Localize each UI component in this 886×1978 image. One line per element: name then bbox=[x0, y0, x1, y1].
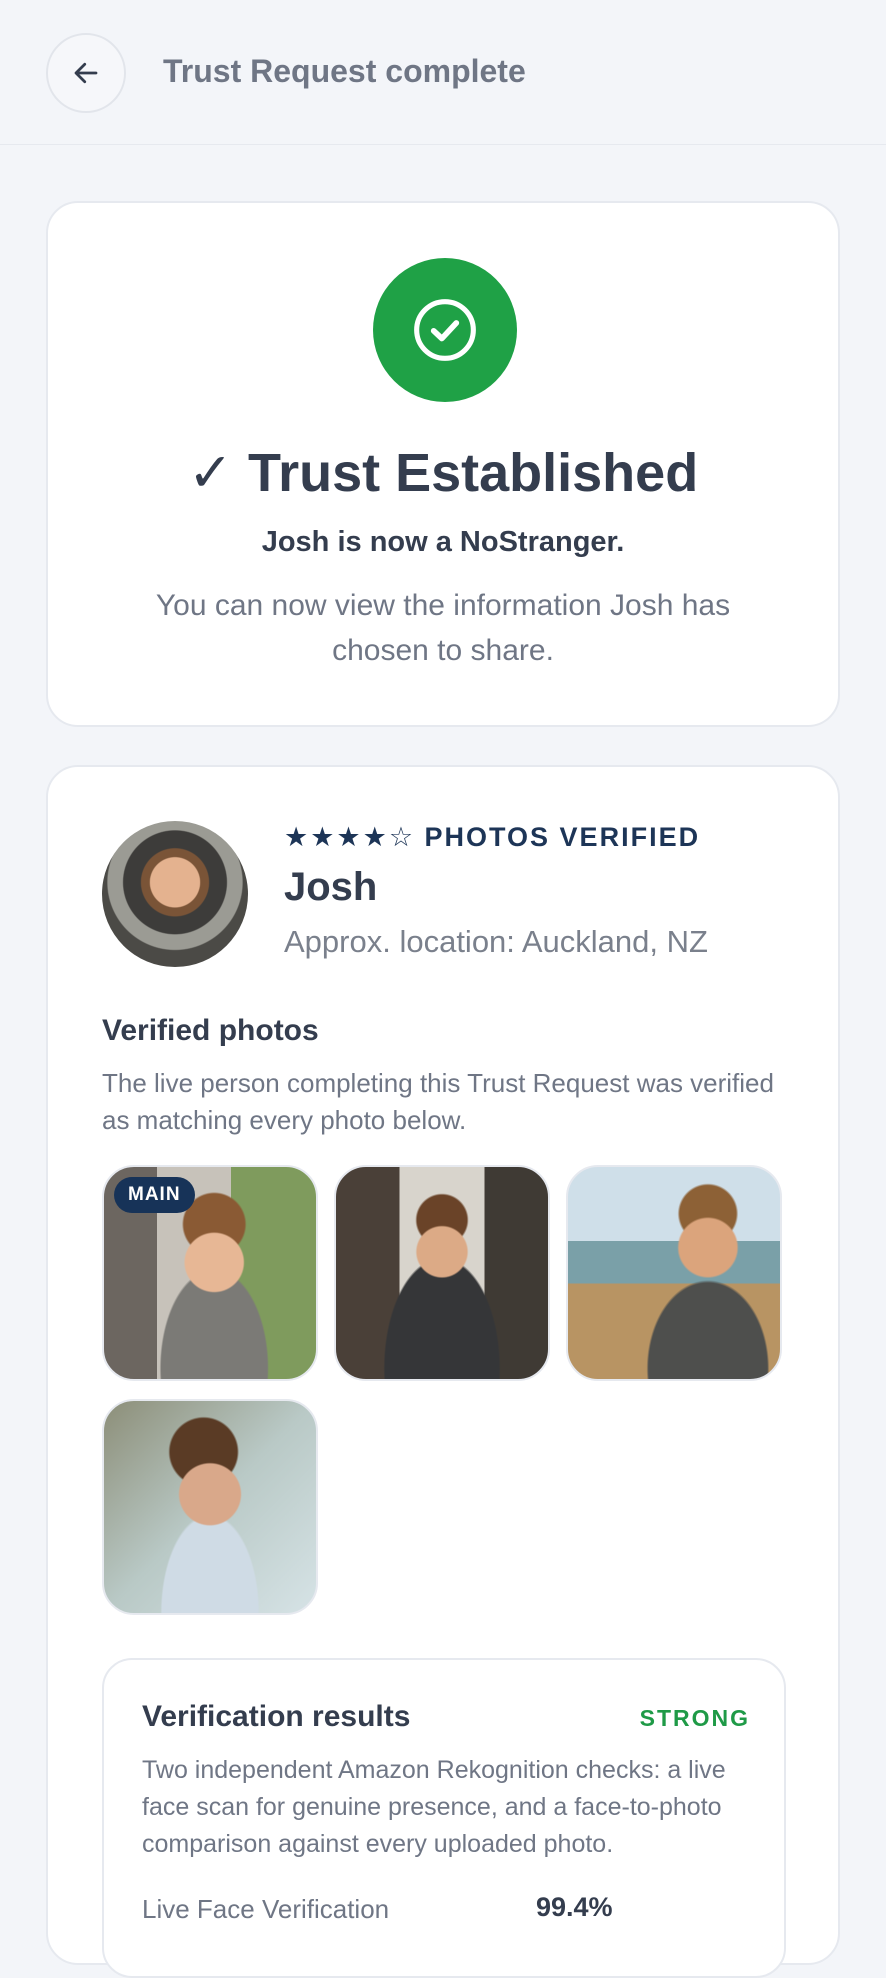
main-photo-badge: MAIN bbox=[114, 1177, 195, 1213]
result-label: Live Face Verification bbox=[142, 1894, 390, 1924]
verification-strength-badge: STRONG bbox=[639, 1705, 750, 1731]
verified-photo-main[interactable]: MAIN bbox=[102, 1165, 318, 1381]
verified-photo[interactable] bbox=[102, 1399, 318, 1615]
verification-results-title: Verification results bbox=[142, 1700, 411, 1733]
verified-photo[interactable] bbox=[334, 1165, 550, 1381]
verified-photos-description: The live person completing this Trust Re… bbox=[102, 1068, 774, 1135]
trust-subtitle: Josh is now a NoStranger. bbox=[261, 526, 625, 558]
result-value: 99.4% bbox=[536, 1892, 613, 1922]
verified-photos-title: Verified photos bbox=[102, 1014, 319, 1047]
verified-photo[interactable] bbox=[566, 1165, 782, 1381]
success-badge bbox=[373, 258, 517, 402]
arrow-left-icon bbox=[74, 62, 98, 84]
check-circle-icon bbox=[414, 299, 476, 361]
verification-results-panel: Verification results STRONG Two independ… bbox=[102, 1658, 786, 1978]
verification-badge: ★★★★☆ PHOTOS VERIFIED bbox=[284, 822, 701, 852]
trust-title: ✓ Trust Established bbox=[187, 443, 699, 503]
back-button[interactable] bbox=[46, 33, 126, 113]
trust-description: You can now view the information Josh ha… bbox=[155, 589, 731, 667]
verification-results-description: Two independent Amazon Rekognition check… bbox=[142, 1756, 726, 1858]
page-title: Trust Request complete bbox=[163, 53, 526, 89]
trust-established-card: ✓ Trust Established Josh is now a NoStra… bbox=[46, 201, 840, 727]
profile-name: Josh bbox=[284, 865, 378, 909]
profile-location: Approx. location: Auckland, NZ bbox=[284, 924, 708, 959]
app-header: Trust Request complete bbox=[0, 0, 886, 145]
profile-card: ★★★★☆ PHOTOS VERIFIED Josh Approx. locat… bbox=[46, 765, 840, 1978]
avatar bbox=[102, 821, 248, 967]
